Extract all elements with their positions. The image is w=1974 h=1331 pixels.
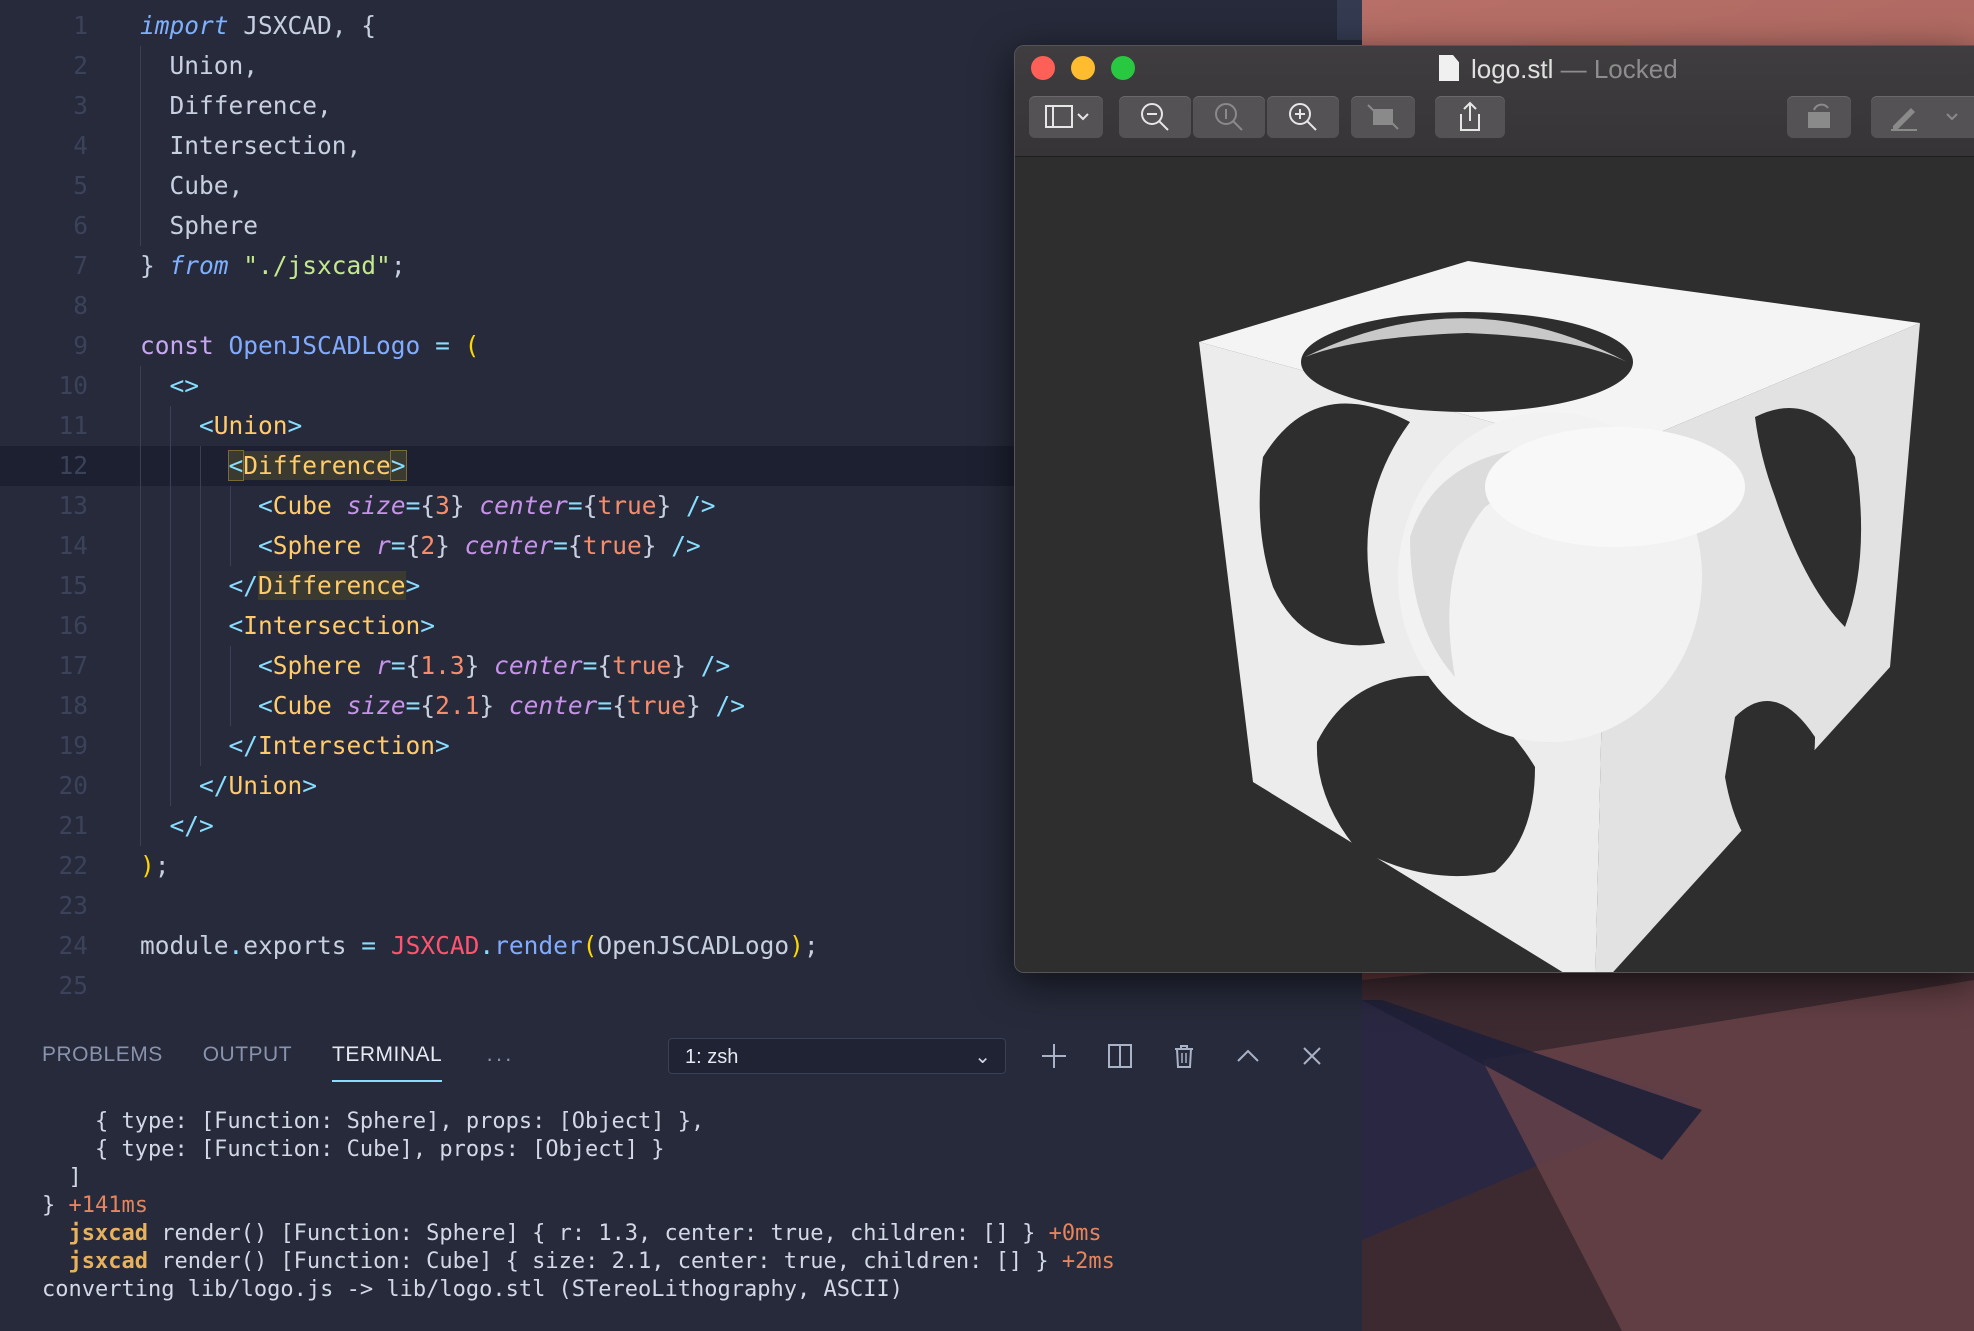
- terminal-line: jsxcad render() [Function: Sphere] { r: …: [68, 1221, 1102, 1246]
- terminal-line: } +141ms: [42, 1193, 148, 1218]
- tab-output[interactable]: OUTPUT: [203, 1040, 292, 1080]
- line-number: 20: [58, 771, 88, 800]
- code-line[interactable]: 1 import JSXCAD, {: [0, 6, 1362, 46]
- sidebar-toggle-button[interactable]: [1029, 96, 1103, 138]
- terminal-select-value: 1: zsh: [685, 1046, 739, 1068]
- line-number: 5: [73, 171, 88, 200]
- share-button[interactable]: [1435, 96, 1505, 138]
- line-number: 24: [58, 931, 88, 960]
- line-number: 9: [73, 331, 88, 360]
- line-number: 15: [58, 571, 88, 600]
- line-number: 25: [58, 971, 88, 1000]
- line-number: 12: [58, 451, 88, 480]
- code-text: </>: [169, 811, 214, 840]
- code-text: <Intersection>: [228, 611, 436, 640]
- code-text: </Union>: [199, 771, 318, 800]
- code-text: </Intersection>: [228, 731, 450, 760]
- panel-tabs: PROBLEMS OUTPUT TERMINAL: [42, 1040, 482, 1082]
- window-title-filename: logo.stl: [1471, 54, 1554, 84]
- code-text: );: [140, 851, 170, 880]
- line-number: 18: [58, 691, 88, 720]
- preview-titlebar: logo.stl — Locked: [1015, 46, 1974, 157]
- terminal-line: converting lib/logo.js -> lib/logo.stl (…: [42, 1277, 903, 1302]
- markup-button[interactable]: [1871, 96, 1974, 138]
- terminal-line: ]: [42, 1165, 82, 1190]
- code-text: Cube,: [140, 171, 244, 200]
- code-text: <Cube size={2.1} center={true} />: [258, 691, 746, 720]
- trash-icon[interactable]: [1166, 1038, 1202, 1074]
- line-number: 8: [73, 291, 88, 320]
- zoom-in-button[interactable]: [1267, 96, 1339, 138]
- code-text: <Sphere r={1.3} center={true} />: [258, 651, 731, 680]
- terminal-select[interactable]: 1: zsh ⌄: [668, 1038, 1006, 1074]
- line-number: 19: [58, 731, 88, 760]
- terminal-line: { type: [Function: Cube], props: [Object…: [42, 1137, 665, 1162]
- document-icon: [1439, 55, 1459, 81]
- line-number: 1: [73, 11, 88, 40]
- code-text: import JSXCAD, {: [140, 11, 377, 40]
- tab-problems[interactable]: PROBLEMS: [42, 1040, 163, 1080]
- minimize-window-button[interactable]: [1071, 56, 1095, 80]
- line-number: 17: [58, 651, 88, 680]
- code-text: <Union>: [199, 411, 303, 440]
- code-text: Union,: [140, 51, 259, 80]
- fit-to-window-button[interactable]: [1351, 96, 1415, 138]
- terminal-line: jsxcad render() [Function: Cube] { size:…: [68, 1249, 1115, 1274]
- line-number: 23: [58, 891, 88, 920]
- line-number: 3: [73, 91, 88, 120]
- line-number: 6: [73, 211, 88, 240]
- code-text: const OpenJSCADLogo = (: [140, 331, 480, 360]
- rotate-button[interactable]: [1787, 96, 1851, 138]
- split-terminal-icon[interactable]: [1102, 1038, 1138, 1074]
- bottom-panel: PROBLEMS OUTPUT TERMINAL ··· 1: zsh ⌄ { ty…: [0, 1024, 1362, 1331]
- terminal-line: { type: [Function: Sphere], props: [Obje…: [42, 1109, 705, 1134]
- line-number: 7: [73, 251, 88, 280]
- actual-size-button[interactable]: [1193, 96, 1265, 138]
- stl-3d-view[interactable]: [1015, 157, 1974, 972]
- line-number: 10: [58, 371, 88, 400]
- code-text: Sphere: [140, 211, 259, 240]
- code-text: <Difference>: [227, 450, 407, 481]
- close-panel-icon[interactable]: [1294, 1038, 1330, 1074]
- line-number: 21: [58, 811, 88, 840]
- window-title: logo.stl — Locked: [1439, 52, 1678, 86]
- zoom-window-button[interactable]: [1111, 56, 1135, 80]
- line-number: 13: [58, 491, 88, 520]
- line-number: 14: [58, 531, 88, 560]
- code-text: Intersection,: [140, 131, 362, 160]
- line-number: 11: [58, 411, 88, 440]
- terminal-output[interactable]: { type: [Function: Sphere], props: [Obje…: [42, 1108, 1115, 1304]
- line-number: 4: [73, 131, 88, 160]
- panel-more-icon[interactable]: ···: [486, 1046, 514, 1072]
- chevron-down-icon: ⌄: [974, 1046, 991, 1068]
- code-text: Difference,: [140, 91, 332, 120]
- line-number: 2: [73, 51, 88, 80]
- code-text: </Difference>: [228, 571, 421, 600]
- code-text: module.exports = JSXCAD.render(OpenJSCAD…: [140, 931, 819, 960]
- zoom-out-button[interactable]: [1119, 96, 1191, 138]
- preview-window[interactable]: logo.stl — Locked: [1014, 45, 1974, 973]
- code-text: <Cube size={3} center={true} />: [258, 491, 716, 520]
- code-text: <Sphere r={2} center={true} />: [258, 531, 701, 560]
- code-text: } from "./jsxcad";: [140, 251, 406, 280]
- new-terminal-icon[interactable]: [1036, 1038, 1072, 1074]
- maximize-panel-icon[interactable]: [1230, 1038, 1266, 1074]
- line-number: 16: [58, 611, 88, 640]
- line-number: 22: [58, 851, 88, 880]
- close-window-button[interactable]: [1031, 56, 1055, 80]
- cube-sphere-model: [1199, 261, 1920, 972]
- code-text: <>: [169, 371, 200, 400]
- tab-terminal[interactable]: TERMINAL: [332, 1040, 443, 1082]
- window-title-status: — Locked: [1553, 54, 1678, 84]
